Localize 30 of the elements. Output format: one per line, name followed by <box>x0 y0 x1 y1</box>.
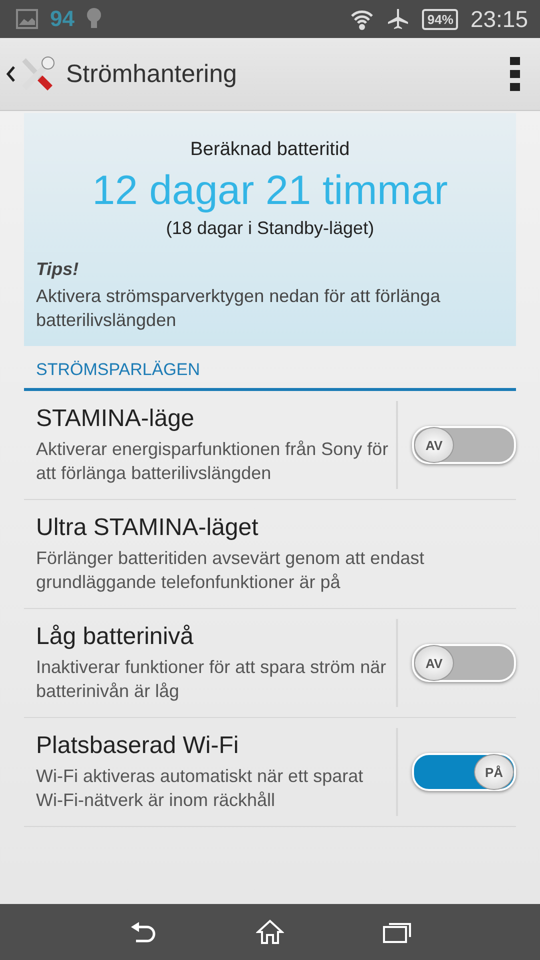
setting-summary: Inaktiverar funktioner för att spara ström när batterinivån är låg <box>36 656 388 703</box>
standby-estimate: (18 dagar i Standby-läget) <box>164 218 376 239</box>
screen-title: Strömhantering <box>66 60 237 88</box>
section-header: STRÖMSPARLÄGEN <box>24 346 516 391</box>
setting-summary: Aktiverar energisparfunktionen från Sony för att förlänga batterilivslängden <box>36 438 390 485</box>
toggle-switch[interactable]: AV <box>412 644 516 682</box>
toggle-switch[interactable]: AV <box>412 426 516 464</box>
recent-apps-icon[interactable] <box>382 921 411 943</box>
battery-level: 94% <box>422 8 458 30</box>
wifi-icon <box>350 8 374 30</box>
card-heading: Beräknad batteritid <box>189 139 351 161</box>
home-icon[interactable] <box>256 919 284 945</box>
notification-count: 94 <box>50 6 74 32</box>
setting-summary: Förlänger batteritiden avsevärt genom att endast grundläggande telefonfunktioner är på <box>36 547 426 594</box>
back-icon[interactable] <box>129 921 158 943</box>
setting-title[interactable]: Ultra STAMINA-läget <box>36 514 516 542</box>
tips-title: Tips! <box>36 259 80 280</box>
clock: 23:15 <box>470 6 528 32</box>
image-icon <box>16 9 38 29</box>
back-icon[interactable] <box>6 65 16 83</box>
lightbulb-icon <box>86 7 102 31</box>
setting-summary: Wi-Fi aktiveras automatiskt när ett sparat Wi-Fi-nätverk är inom räckhåll <box>36 765 364 812</box>
battery-estimate: 12 dagar 21 timmar <box>91 167 449 214</box>
setting-title[interactable]: Låg batterinivå <box>36 623 390 651</box>
setting-title[interactable]: Platsbaserad Wi-Fi <box>36 732 390 760</box>
tips-text: Aktivera strömsparverktygen nedan för att förlänga batterilivslängden <box>36 285 442 332</box>
airplane-icon <box>386 7 410 31</box>
menu-icon[interactable] <box>510 57 520 91</box>
setting-title[interactable]: STAMINA-läge <box>36 405 390 433</box>
toggle-switch[interactable]: PÅ <box>412 753 516 791</box>
